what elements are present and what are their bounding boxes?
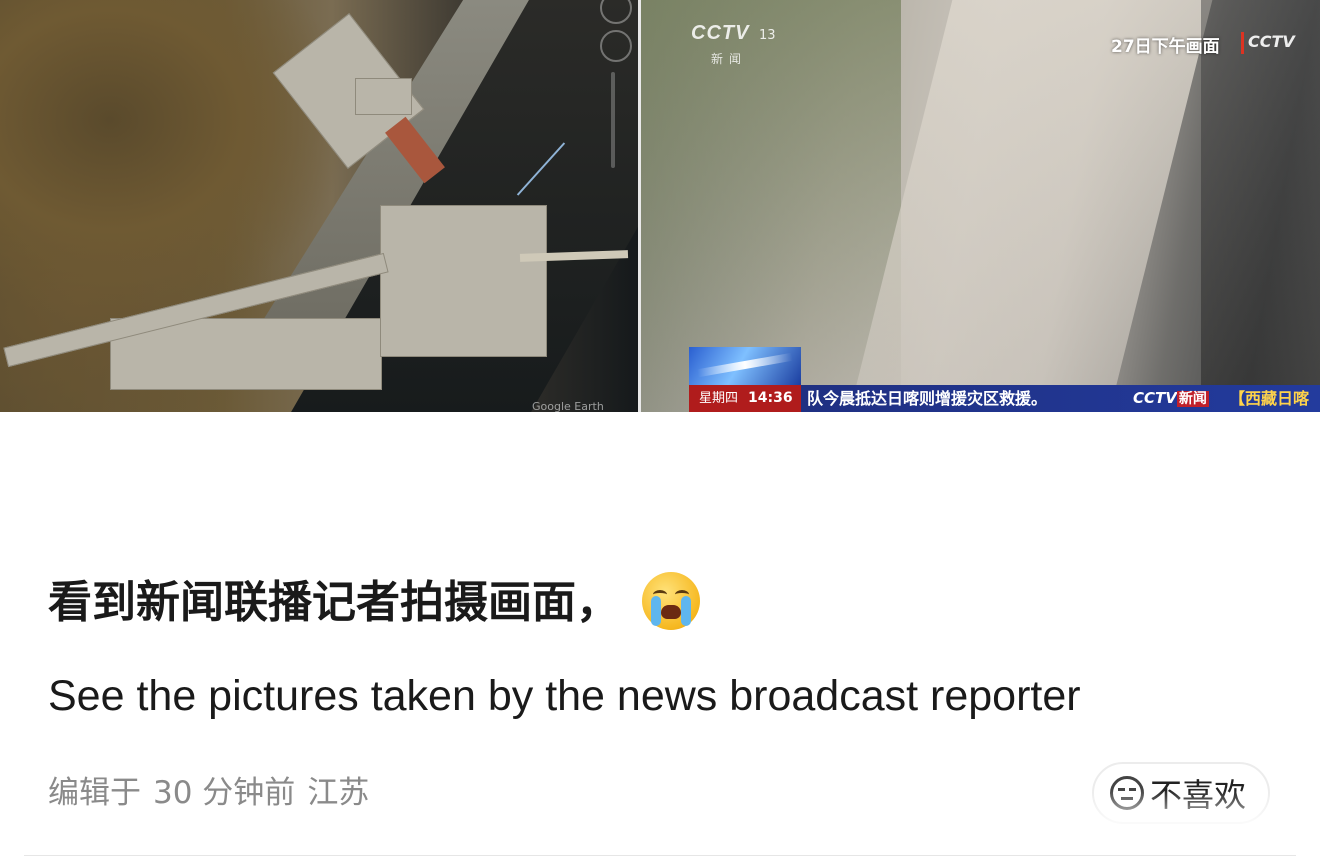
tilt-ring-icon [600, 30, 632, 62]
globe-streak [697, 352, 793, 378]
post-translation: See the pictures taken by the news broad… [48, 672, 1081, 720]
edited-time: 30 分钟前 [153, 775, 296, 811]
bottom-divider [24, 855, 1296, 856]
emoji-mouth [661, 605, 681, 619]
landslide-area [849, 0, 1213, 412]
emoji-tear [681, 596, 691, 626]
dislike-label: 不喜欢 [1150, 776, 1247, 814]
icon-eye [1118, 788, 1125, 791]
google-earth-watermark: Google Earth [532, 400, 604, 412]
icon-mouth [1121, 797, 1133, 800]
cctv-tag-logo: CCTV [1241, 32, 1320, 54]
cctv-globe-graphic [689, 347, 801, 385]
post-location: 江苏 [307, 775, 370, 811]
post-title: 看到新闻联播记者拍摄画面， [48, 572, 1288, 634]
emoji-tear [651, 596, 661, 626]
ticker-day: 星期四 [699, 391, 739, 406]
building [380, 205, 547, 357]
satellite-image[interactable]: Google Earth [0, 0, 638, 412]
post-title-text: 看到新闻联播记者拍摄画面， [48, 577, 620, 628]
footage-date-tag: 27日下午画面 [1111, 37, 1220, 57]
loudly-crying-face-icon [642, 572, 700, 630]
ticker-logo-text: CCTV [1133, 389, 1177, 407]
news-broadcast-image[interactable]: CCTV 13 新闻 27日下午画面 CCTV 星期四 14:36 队今晨抵达日喀… [641, 0, 1320, 412]
building [355, 78, 412, 115]
ticker-region: 【西藏日喀 [1229, 389, 1310, 408]
ticker-logo-suffix: 新闻 [1176, 391, 1209, 407]
unhappy-face-icon [1110, 776, 1144, 810]
compass-ring-icon [600, 0, 632, 24]
gorge-wall [1201, 0, 1320, 412]
post-image-strip[interactable]: Google Earth CCTV 13 新闻 27日下午画面 CCTV 星期四… [0, 0, 1320, 412]
ticker-datetime: 星期四 14:36 [689, 385, 801, 412]
news-ticker: 星期四 14:36 队今晨抵达日喀则增援灾区救援。 CCTV 新闻 【西藏日喀 [689, 385, 1320, 412]
zoom-slider [611, 72, 615, 168]
edited-label: 编辑于 [48, 775, 141, 811]
map-controls [596, 0, 632, 180]
ticker-cctv-logo: CCTV 新闻 [1133, 385, 1209, 412]
ticker-headline: 队今晨抵达日喀则增援灾区救援。 [807, 389, 1048, 408]
cctv-channel-logo: CCTV [691, 22, 750, 44]
ticker-time: 14:36 [748, 390, 793, 406]
icon-eye [1129, 788, 1136, 791]
dislike-button[interactable]: 不喜欢 [1092, 762, 1270, 824]
channel-subtitle: 新闻 [711, 52, 748, 66]
post-meta: 编辑于 30 分钟前 江苏 [48, 772, 369, 814]
channel-number: 13 [759, 28, 776, 43]
